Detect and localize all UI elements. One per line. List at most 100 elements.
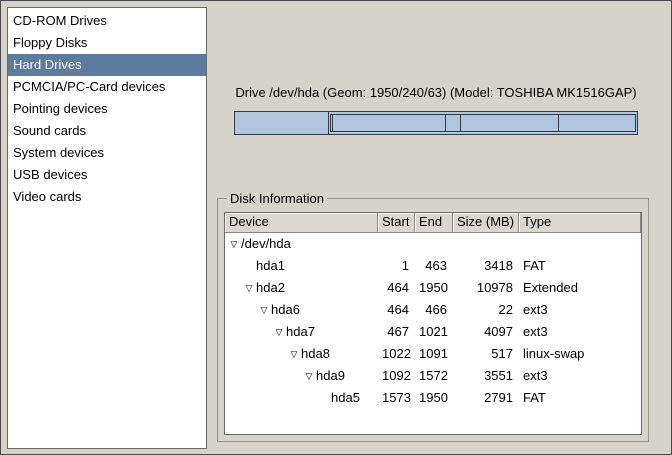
extended-partition-outline	[330, 114, 636, 132]
type-cell: ext3	[519, 365, 641, 387]
device-name: hda2	[256, 277, 285, 299]
device-name: hda9	[316, 365, 345, 387]
type-cell: linux-swap	[519, 343, 641, 365]
table-row-hda2[interactable]: ▽hda2464195010978Extended	[225, 277, 641, 299]
device-cell: ▽hda8	[225, 343, 378, 365]
type-cell: FAT	[519, 387, 641, 409]
sidebar-item-sound-cards[interactable]: Sound cards	[8, 120, 206, 142]
start-cell: 464	[378, 299, 415, 321]
size-cell: 22	[453, 299, 519, 321]
device-name: hda6	[271, 299, 300, 321]
indent-spacer	[227, 376, 302, 377]
end-cell: 463	[415, 255, 453, 277]
device-name: /dev/hda	[241, 233, 291, 255]
start-cell	[378, 233, 415, 255]
size-cell: 3551	[453, 365, 519, 387]
partition-segment-hda8	[445, 115, 460, 131]
disk-table: DeviceStartEndSize (MB)Type ▽/dev/hdahda…	[224, 212, 642, 435]
expander-open-icon[interactable]: ▽	[272, 321, 286, 343]
indent-spacer	[227, 354, 287, 355]
drive-title: Drive /dev/hda (Geom: 1950/240/63) (Mode…	[231, 85, 641, 100]
partition-segment-hda9	[460, 115, 558, 131]
device-cell: ▽/dev/hda	[225, 233, 378, 255]
size-cell: 517	[453, 343, 519, 365]
disk-table-body: ▽/dev/hdahda114633418FAT▽hda246419501097…	[225, 233, 641, 409]
disk-information-label: Disk Information	[227, 191, 327, 206]
start-cell: 1092	[378, 365, 415, 387]
type-cell: ext3	[519, 321, 641, 343]
indent-spacer	[227, 288, 242, 289]
table-row-hda9[interactable]: ▽hda9109215723551ext3	[225, 365, 641, 387]
sidebar-item-usb-devices[interactable]: USB devices	[8, 164, 206, 186]
partition-bar	[234, 111, 638, 135]
end-cell: 1572	[415, 365, 453, 387]
hardware-browser-window: CD-ROM DrivesFloppy DisksHard DrivesPCMC…	[0, 0, 672, 455]
disk-table-header: DeviceStartEndSize (MB)Type	[225, 213, 641, 233]
expander-open-icon[interactable]: ▽	[227, 233, 241, 255]
device-name: hda7	[286, 321, 315, 343]
table-row-hda1[interactable]: hda1 14633418FAT	[225, 255, 641, 277]
type-cell: Extended	[519, 277, 641, 299]
device-cell: hda1	[225, 255, 378, 277]
end-cell	[415, 233, 453, 255]
indent-spacer	[227, 266, 242, 267]
partition-segment-hda5	[558, 115, 635, 131]
start-cell: 1	[378, 255, 415, 277]
type-cell: ext3	[519, 299, 641, 321]
sidebar-item-hard-drives[interactable]: Hard Drives	[8, 54, 206, 76]
end-cell: 1950	[415, 387, 453, 409]
device-cell: ▽hda6	[225, 299, 378, 321]
sidebar-item-pcmcia-pc-card-devices[interactable]: PCMCIA/PC-Card devices	[8, 76, 206, 98]
indent-spacer	[227, 398, 317, 399]
end-cell: 1091	[415, 343, 453, 365]
start-cell: 464	[378, 277, 415, 299]
disk-information-frame: Disk Information DeviceStartEndSize (MB)…	[217, 191, 649, 442]
table-row-hda6[interactable]: ▽hda646446622ext3	[225, 299, 641, 321]
column-header-size-mb[interactable]: Size (MB)	[453, 213, 519, 233]
sidebar-item-video-cards[interactable]: Video cards	[8, 186, 206, 208]
column-header-end[interactable]: End	[415, 213, 453, 233]
sidebar-item-pointing-devices[interactable]: Pointing devices	[8, 98, 206, 120]
device-category-list: CD-ROM DrivesFloppy DisksHard DrivesPCMC…	[7, 7, 207, 449]
start-cell: 1022	[378, 343, 415, 365]
sidebar-item-cd-rom-drives[interactable]: CD-ROM Drives	[8, 10, 206, 32]
device-cell: ▽hda7	[225, 321, 378, 343]
type-cell: FAT	[519, 255, 641, 277]
end-cell: 1021	[415, 321, 453, 343]
partition-segment-hda7	[332, 115, 445, 131]
partition-segment-hda1	[235, 112, 328, 134]
sidebar-item-system-devices[interactable]: System devices	[8, 142, 206, 164]
size-cell	[453, 233, 519, 255]
start-cell: 467	[378, 321, 415, 343]
size-cell: 4097	[453, 321, 519, 343]
size-cell: 10978	[453, 277, 519, 299]
column-header-device[interactable]: Device	[225, 213, 378, 233]
device-cell: ▽hda9	[225, 365, 378, 387]
device-cell: hda5	[225, 387, 378, 409]
expander-open-icon[interactable]: ▽	[242, 277, 256, 299]
expander-open-icon[interactable]: ▽	[257, 299, 271, 321]
column-header-type[interactable]: Type	[519, 213, 641, 233]
expander-open-icon[interactable]: ▽	[287, 343, 301, 365]
expander-open-icon[interactable]: ▽	[302, 365, 316, 387]
start-cell: 1573	[378, 387, 415, 409]
partition-segment-hda2	[328, 112, 637, 134]
table-row-dev-hda[interactable]: ▽/dev/hda	[225, 233, 641, 255]
table-row-hda5[interactable]: hda5 157319502791FAT	[225, 387, 641, 409]
indent-spacer	[227, 332, 272, 333]
type-cell	[519, 233, 641, 255]
table-row-hda8[interactable]: ▽hda810221091517linux-swap	[225, 343, 641, 365]
column-header-start[interactable]: Start	[378, 213, 415, 233]
device-name: hda5	[331, 387, 360, 409]
main-panel: Drive /dev/hda (Geom: 1950/240/63) (Mode…	[217, 1, 649, 455]
device-name: hda1	[256, 255, 285, 277]
device-name: hda8	[301, 343, 330, 365]
size-cell: 3418	[453, 255, 519, 277]
indent-spacer	[227, 310, 257, 311]
device-cell: ▽hda2	[225, 277, 378, 299]
end-cell: 466	[415, 299, 453, 321]
size-cell: 2791	[453, 387, 519, 409]
end-cell: 1950	[415, 277, 453, 299]
table-row-hda7[interactable]: ▽hda746710214097ext3	[225, 321, 641, 343]
sidebar-item-floppy-disks[interactable]: Floppy Disks	[8, 32, 206, 54]
